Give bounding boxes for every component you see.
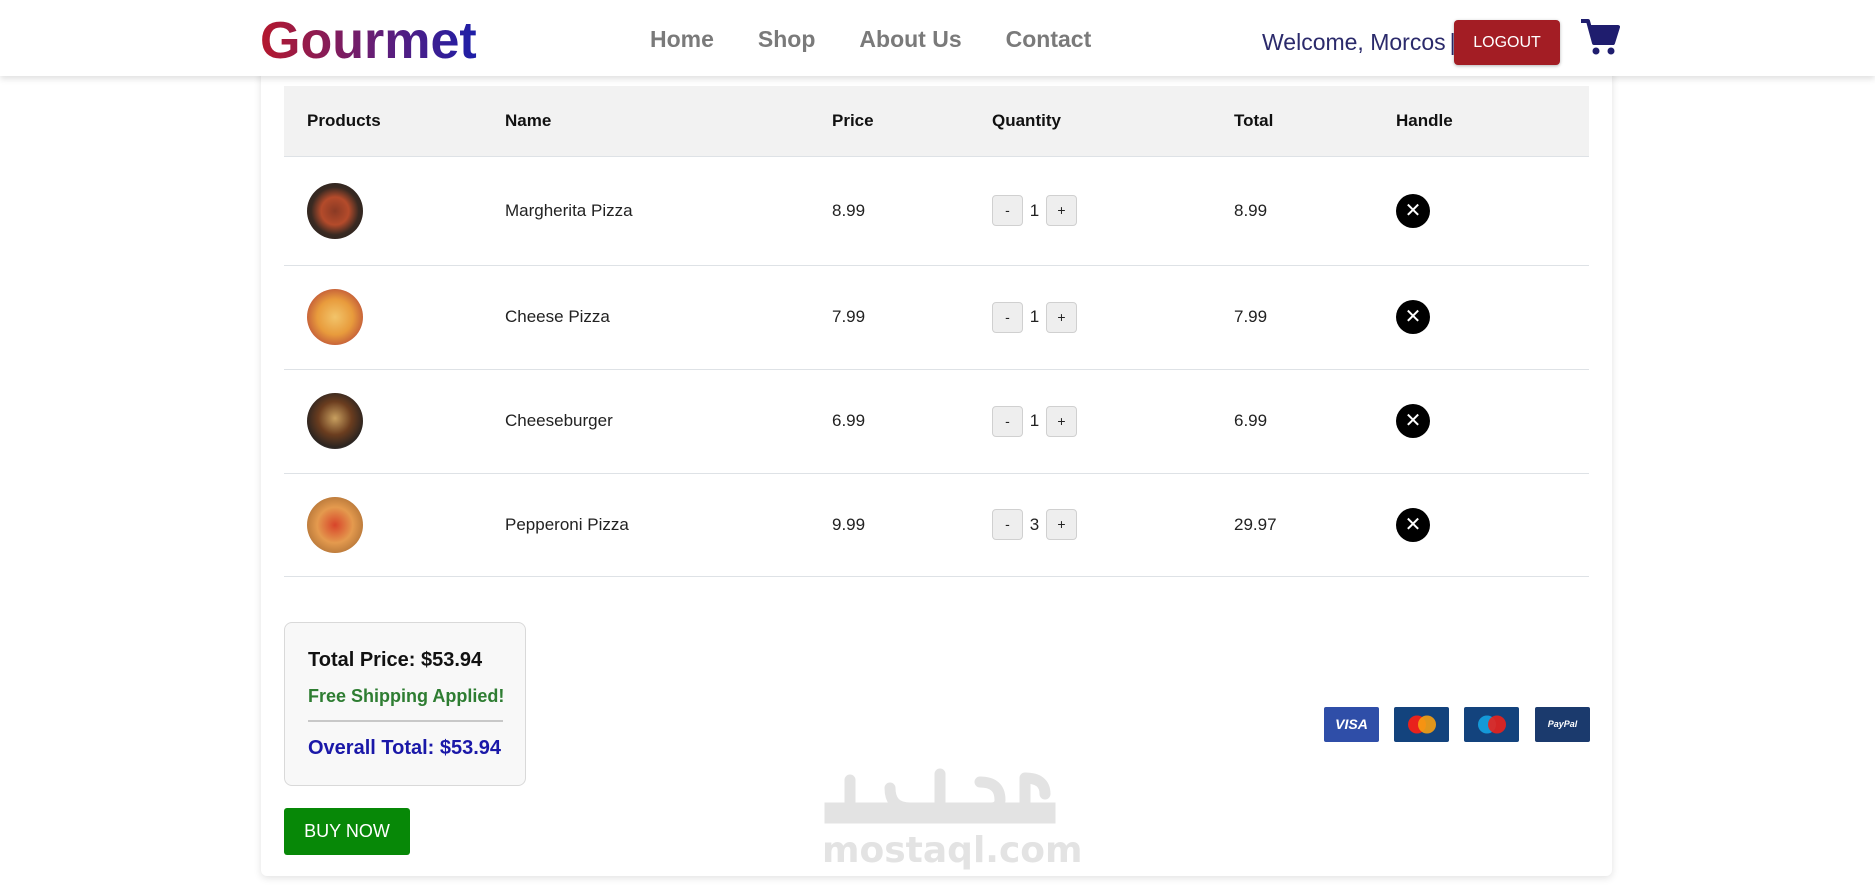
welcome-text: Welcome, Morcos — [1262, 29, 1446, 55]
cart-table-header: Products Name Price Quantity Total Handl… — [284, 86, 1589, 157]
product-image — [307, 289, 363, 345]
product-name: Pepperoni Pizza — [505, 473, 832, 577]
quantity-stepper: - 1 + — [992, 301, 1234, 333]
nav-links: Home Shop About Us Contact — [650, 22, 1135, 56]
nav-link-shop[interactable]: Shop — [758, 22, 816, 56]
product-name: Cheeseburger — [505, 369, 832, 474]
product-image — [307, 393, 363, 449]
quantity-stepper: - 1 + — [992, 195, 1234, 226]
nav-link-home[interactable]: Home — [650, 22, 714, 56]
welcome-message: Welcome, Morcos | — [1262, 26, 1456, 58]
remove-icon[interactable]: ✕ — [1396, 404, 1430, 438]
quantity-value: 3 — [1029, 514, 1040, 534]
navbar: Gourmet Home Shop About Us Contact Welco… — [0, 0, 1875, 76]
header-products: Products — [284, 86, 505, 157]
summary-divider — [308, 720, 503, 722]
header-handle: Handle — [1396, 86, 1589, 157]
remove-icon[interactable]: ✕ — [1396, 193, 1430, 228]
decrement-button[interactable]: - — [992, 195, 1023, 226]
increment-button[interactable]: + — [1046, 509, 1077, 540]
product-image — [307, 182, 363, 239]
table-row: Pepperoni Pizza 9.99 - 3 + 29.97 ✕ — [284, 473, 1589, 577]
product-total: 29.97 — [1234, 473, 1396, 577]
logout-button[interactable]: LOGOUT — [1454, 20, 1560, 65]
remove-icon[interactable]: ✕ — [1396, 507, 1430, 542]
table-row: Cheeseburger 6.99 - 1 + 6.99 ✕ — [284, 369, 1589, 474]
shopping-cart-icon[interactable] — [1580, 18, 1620, 56]
total-price: Total Price: $53.94 — [308, 649, 483, 671]
paypal-icon: PayPal — [1535, 707, 1590, 742]
quantity-value: 1 — [1029, 200, 1040, 220]
nav-link-about-us[interactable]: About Us — [859, 22, 961, 56]
quantity-value: 1 — [1029, 307, 1040, 326]
buy-now-button[interactable]: BUY NOW — [284, 808, 410, 855]
cart-table: Products Name Price Quantity Total Handl… — [284, 86, 1589, 577]
quantity-stepper: - 1 + — [992, 405, 1234, 437]
increment-button[interactable]: + — [1046, 405, 1077, 437]
product-total: 6.99 — [1234, 369, 1396, 474]
quantity-value: 1 — [1029, 411, 1040, 430]
product-price: 9.99 — [832, 473, 992, 577]
product-name: Cheese Pizza — [505, 265, 832, 370]
product-price: 7.99 — [832, 265, 992, 370]
product-total: 7.99 — [1234, 265, 1396, 370]
header-total: Total — [1234, 86, 1396, 157]
nav-link-contact[interactable]: Contact — [1006, 22, 1092, 56]
visa-icon: VISA — [1324, 707, 1379, 742]
header-price: Price — [832, 86, 992, 157]
increment-button[interactable]: + — [1046, 195, 1077, 226]
watermark-text: mostaql.com — [822, 830, 1083, 871]
decrement-button[interactable]: - — [992, 301, 1023, 333]
maestro-icon — [1464, 707, 1519, 742]
product-image — [307, 496, 363, 553]
remove-icon[interactable]: ✕ — [1396, 300, 1430, 334]
watermark-logo — [824, 768, 1056, 824]
product-price: 6.99 — [832, 369, 992, 474]
header-quantity: Quantity — [992, 86, 1234, 157]
decrement-button[interactable]: - — [992, 405, 1023, 437]
product-price: 8.99 — [832, 156, 992, 266]
header-name: Name — [505, 86, 832, 157]
increment-button[interactable]: + — [1046, 301, 1077, 333]
decrement-button[interactable]: - — [992, 509, 1023, 540]
overall-total: Overall Total: $53.94 — [308, 737, 502, 759]
shipping-status: Free Shipping Applied! — [308, 686, 505, 706]
mastercard-icon — [1394, 707, 1449, 742]
order-summary: Total Price: $53.94 Free Shipping Applie… — [284, 622, 526, 786]
brand-logo[interactable]: Gourmet — [260, 10, 477, 72]
table-row: Margherita Pizza 8.99 - 1 + 8.99 ✕ — [284, 156, 1589, 266]
product-total: 8.99 — [1234, 156, 1396, 266]
table-row: Cheese Pizza 7.99 - 1 + 7.99 ✕ — [284, 265, 1589, 370]
quantity-stepper: - 3 + — [992, 509, 1234, 540]
product-name: Margherita Pizza — [505, 156, 832, 266]
